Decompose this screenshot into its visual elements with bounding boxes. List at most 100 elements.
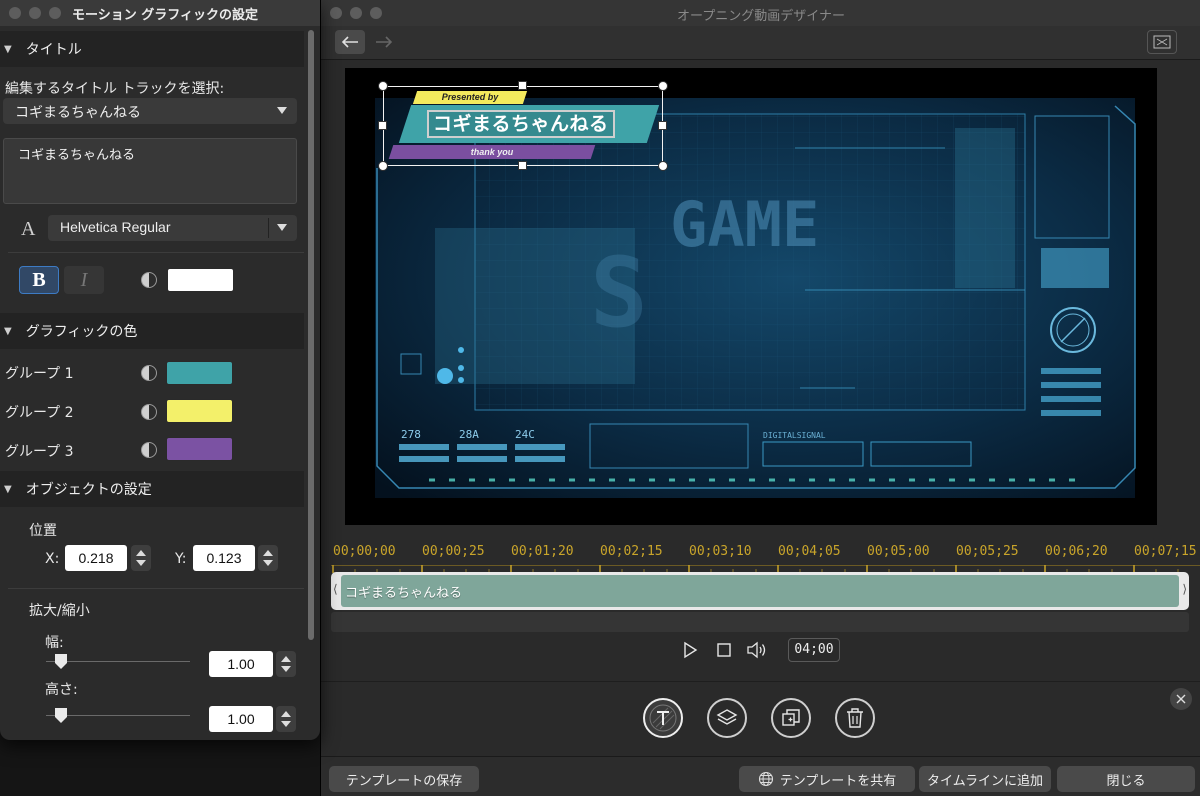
volume-button[interactable] <box>745 638 769 662</box>
play-button[interactable] <box>678 638 702 662</box>
position-x-input[interactable]: 0.218 <box>65 545 127 571</box>
close-tools-button[interactable] <box>1170 688 1192 710</box>
panel-scrollbar[interactable] <box>306 28 316 736</box>
title-track-select[interactable]: コギまるちゃんねる <box>3 98 297 124</box>
panel-zoom-button[interactable] <box>49 7 61 19</box>
width-stepper[interactable] <box>276 651 296 677</box>
height-slider-thumb[interactable] <box>55 708 67 723</box>
panel-window-controls <box>9 7 69 19</box>
title-clip[interactable] <box>341 575 1179 607</box>
font-select[interactable]: Helvetica Regular <box>48 215 297 241</box>
svg-text:24C: 24C <box>515 428 535 441</box>
timecode-display: 04;00 <box>788 638 840 662</box>
opacity-icon[interactable] <box>141 404 157 420</box>
height-stepper[interactable] <box>276 706 296 732</box>
y-label: Y: <box>175 551 187 567</box>
x-label: X: <box>45 551 60 567</box>
layers-button[interactable] <box>707 698 747 738</box>
opening-designer-window: オープニング動画デザイナー GAME S 278 28A 24C DIGITAL… <box>320 0 1200 796</box>
ruler-label: 00;03;10 <box>689 544 752 559</box>
object-settings-label: オブジェクトの設定 <box>25 482 152 498</box>
resize-handle-top[interactable] <box>518 81 527 90</box>
resize-handle-bottom[interactable] <box>518 161 527 170</box>
bottom-bar: テンプレートの保存 テンプレートを共有 タイムラインに追加 閉じる <box>321 756 1200 796</box>
panel-close-button[interactable] <box>9 7 21 19</box>
svg-text:S: S <box>590 237 648 349</box>
panel-minimize-button[interactable] <box>29 7 41 19</box>
object-settings-section-header[interactable]: ▼ オブジェクトの設定 <box>0 471 304 507</box>
width-slider-thumb[interactable] <box>55 654 67 669</box>
ruler-label: 00;01;20 <box>511 544 574 559</box>
title-overlay[interactable]: Presented by コギまるちゃんねる thank you <box>378 81 668 171</box>
svg-text:DIGITALSIGNAL: DIGITALSIGNAL <box>763 431 826 440</box>
position-label: 位置 <box>29 523 57 539</box>
close-button[interactable]: 閉じる <box>1057 766 1195 792</box>
main-titlebar: オープニング動画デザイナー <box>321 0 1200 26</box>
duplicate-button[interactable] <box>771 698 811 738</box>
group-1-color-swatch[interactable] <box>166 361 233 385</box>
bold-button[interactable]: B <box>19 266 59 294</box>
opacity-icon[interactable] <box>141 272 157 288</box>
scale-label: 拡大/縮小 <box>29 603 90 619</box>
safe-area-toggle-button[interactable] <box>1147 30 1177 54</box>
window-title: オープニング動画デザイナー <box>677 9 845 24</box>
trash-icon <box>847 708 863 728</box>
layers-icon <box>716 709 738 725</box>
trim-left-handle[interactable]: ⟨ <box>333 582 338 596</box>
position-y-stepper[interactable] <box>258 545 278 571</box>
group-3-color-swatch[interactable] <box>166 437 233 461</box>
track-select-label: 編集するタイトル トラックを選択: <box>5 81 225 97</box>
position-y-input[interactable]: 0.123 <box>193 545 255 571</box>
safe-zone-icon <box>1153 35 1171 49</box>
width-input[interactable]: 1.00 <box>209 651 273 677</box>
text-tool-button[interactable] <box>643 698 683 738</box>
resize-handle-bottom-left[interactable] <box>378 161 388 171</box>
group-2-label: グループ 2 <box>5 405 74 421</box>
save-template-label: テンプレートの保存 <box>345 773 463 789</box>
video-preview[interactable]: GAME S 278 28A 24C DIGITALSIGNAL Present… <box>345 68 1157 525</box>
clip-label: コギまるちゃんねる <box>345 586 463 601</box>
title-track[interactable]: ⟨ コギまるちゃんねる ⟩ <box>331 572 1189 610</box>
width-slider-track[interactable] <box>46 661 190 662</box>
width-label: 幅: <box>45 635 64 651</box>
stop-button[interactable] <box>712 638 736 662</box>
resize-handle-left[interactable] <box>378 121 387 130</box>
text-color-swatch[interactable] <box>167 268 234 292</box>
resize-handle-top-right[interactable] <box>658 81 668 91</box>
italic-button[interactable]: I <box>64 266 104 294</box>
resize-handle-top-left[interactable] <box>378 81 388 91</box>
resize-handle-right[interactable] <box>658 121 667 130</box>
title-section-header[interactable]: ▼ タイトル <box>0 31 304 67</box>
height-input[interactable]: 1.00 <box>209 706 273 732</box>
disclosure-triangle-icon: ▼ <box>4 483 12 495</box>
share-template-label: テンプレートを共有 <box>779 773 897 789</box>
title-track-selected: コギまるちゃんねる <box>15 105 141 121</box>
panel-title: モーション グラフィックの設定 <box>72 8 259 23</box>
panel-scrollbar-thumb[interactable] <box>308 30 314 640</box>
add-to-timeline-button[interactable]: タイムラインに追加 <box>919 766 1051 792</box>
chevron-down-icon <box>277 224 287 231</box>
position-x-stepper[interactable] <box>131 545 151 571</box>
save-template-button[interactable]: テンプレートの保存 <box>329 766 479 792</box>
timeline-scrollbar[interactable] <box>331 612 1189 632</box>
ruler-label: 00;00;00 <box>333 544 396 559</box>
duplicate-icon <box>782 709 800 726</box>
opacity-icon[interactable] <box>141 442 157 458</box>
opacity-icon[interactable] <box>141 365 157 381</box>
delete-button[interactable] <box>835 698 875 738</box>
resize-handle-bottom-right[interactable] <box>658 161 668 171</box>
group-2-color-swatch[interactable] <box>166 399 233 423</box>
height-slider-track[interactable] <box>46 715 190 716</box>
panel-titlebar: モーション グラフィックの設定 <box>0 0 320 26</box>
graphic-colors-section-header[interactable]: ▼ グラフィックの色 <box>0 313 304 349</box>
ruler-label: 00;05;00 <box>867 544 930 559</box>
font-icon: A <box>21 218 36 240</box>
font-selected: Helvetica Regular <box>60 219 171 235</box>
redo-button[interactable] <box>369 30 399 54</box>
tools-divider <box>321 681 1200 682</box>
title-text-input[interactable]: コギまるちゃんねる <box>3 138 297 204</box>
share-template-button[interactable]: テンプレートを共有 <box>739 766 915 792</box>
trim-right-handle[interactable]: ⟩ <box>1182 582 1187 596</box>
undo-button[interactable] <box>335 30 365 54</box>
globe-share-icon <box>758 771 773 787</box>
